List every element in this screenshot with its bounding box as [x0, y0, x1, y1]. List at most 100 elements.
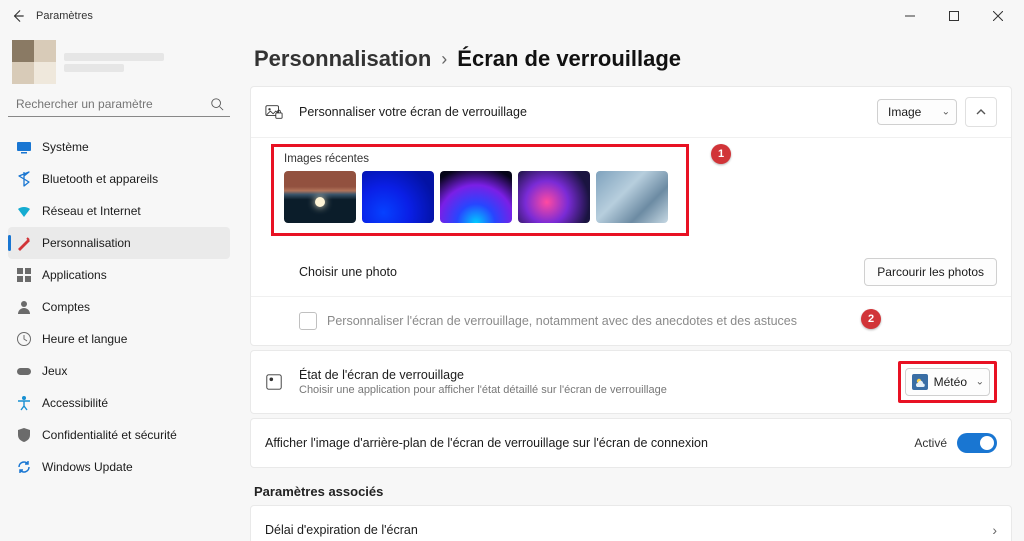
status-icon [265, 373, 285, 391]
sidebar-item-label: Système [42, 140, 89, 154]
sidebar-item-privacy[interactable]: Confidentialité et sécurité [8, 419, 230, 451]
sidebar-item-label: Accessibilité [42, 396, 108, 410]
network-icon [16, 203, 32, 219]
sidebar-item-label: Jeux [42, 364, 67, 378]
profile-name-redacted [64, 53, 164, 61]
sidebar-item-label: Applications [42, 268, 107, 282]
personalize-lock-card: Personnaliser votre écran de verrouillag… [250, 86, 1012, 346]
sidebar-item-label: Personnalisation [42, 236, 131, 250]
weather-app-icon [912, 374, 928, 390]
sidebar-item-label: Réseau et Internet [42, 204, 141, 218]
lock-status-row[interactable]: État de l'écran de verrouillage Choisir … [251, 351, 1011, 413]
chevron-right-icon: › [992, 522, 997, 538]
related-heading: Paramètres associés [254, 484, 1012, 499]
avatar [12, 40, 56, 84]
minimize-button[interactable] [888, 2, 932, 30]
breadcrumb: Personnalisation › Écran de verrouillage [250, 38, 1012, 86]
recent-images-title: Images récentes [284, 153, 676, 165]
tips-checkbox-label: Personnaliser l'écran de verrouillage, n… [327, 314, 797, 328]
sidebar-item-accessibility[interactable]: Accessibilité [8, 387, 230, 419]
time-language-icon [16, 331, 32, 347]
sidebar-item-network[interactable]: Réseau et Internet [8, 195, 230, 227]
annotation-badge-2: 2 [861, 309, 881, 329]
lock-status-select-highlight: Météo ⌄ [898, 361, 997, 403]
sidebar-item-label: Bluetooth et appareils [42, 172, 158, 186]
sidebar: Système Bluetooth et appareils Réseau et… [0, 32, 238, 541]
sidebar-item-gaming[interactable]: Jeux [8, 355, 230, 387]
system-icon [16, 139, 32, 155]
sidebar-item-personalization[interactable]: Personnalisation [8, 227, 230, 259]
bluetooth-icon [16, 171, 32, 187]
recent-images-highlight: Images récentes [271, 144, 689, 236]
maximize-button[interactable] [932, 2, 976, 30]
sidebar-item-system[interactable]: Système [8, 131, 230, 163]
screen-timeout-title: Délai d'expiration de l'écran [265, 523, 418, 537]
sidebar-item-accounts[interactable]: Comptes [8, 291, 230, 323]
recent-images-list [284, 171, 676, 223]
sidebar-item-windows-update[interactable]: Windows Update [8, 451, 230, 483]
sidebar-item-label: Comptes [42, 300, 90, 314]
profile-block[interactable] [8, 38, 230, 86]
privacy-icon [16, 427, 32, 443]
screen-timeout-card: Délai d'expiration de l'écran › [250, 505, 1012, 541]
back-button[interactable] [4, 2, 32, 30]
app-root: Paramètres [0, 0, 1024, 541]
sidebar-item-label: Windows Update [42, 460, 133, 474]
search-icon [210, 97, 224, 111]
recent-image-3[interactable] [440, 171, 512, 223]
apps-icon [16, 267, 32, 283]
personalize-row[interactable]: Personnaliser votre écran de verrouillag… [251, 87, 1011, 138]
chevron-down-icon: ⌄ [942, 107, 950, 118]
annotation-badge-1: 1 [711, 144, 731, 164]
sidebar-item-label: Heure et langue [42, 332, 127, 346]
signin-bg-card: Afficher l'image d'arrière-plan de l'écr… [250, 418, 1012, 468]
background-type-select[interactable]: Image ⌄ [877, 99, 957, 125]
tips-checkbox-row: Personnaliser l'écran de verrouillage, n… [251, 297, 1011, 345]
body: Système Bluetooth et appareils Réseau et… [0, 32, 1024, 541]
window-title: Paramètres [36, 10, 93, 22]
choose-photo-label: Choisir une photo [299, 265, 397, 279]
signin-bg-row[interactable]: Afficher l'image d'arrière-plan de l'écr… [251, 419, 1011, 467]
titlebar: Paramètres [0, 0, 1024, 32]
picture-lock-icon [265, 103, 285, 121]
browse-photos-button[interactable]: Parcourir les photos [864, 258, 997, 286]
sidebar-item-bluetooth[interactable]: Bluetooth et appareils [8, 163, 230, 195]
tips-checkbox [299, 312, 317, 330]
window-buttons [888, 2, 1020, 30]
content: Personnalisation › Écran de verrouillage… [238, 32, 1024, 541]
recent-image-1[interactable] [284, 171, 356, 223]
search-box[interactable] [8, 92, 230, 117]
sidebar-item-apps[interactable]: Applications [8, 259, 230, 291]
search-input[interactable] [14, 96, 210, 112]
sidebar-item-label: Confidentialité et sécurité [42, 428, 177, 442]
signin-bg-toggle[interactable] [957, 433, 997, 453]
chevron-right-icon: › [441, 49, 447, 70]
chevron-down-icon: ⌄ [976, 377, 984, 388]
close-button[interactable] [976, 2, 1020, 30]
lock-status-card: État de l'écran de verrouillage Choisir … [250, 350, 1012, 414]
select-value: Image [888, 105, 921, 119]
personalization-icon [16, 235, 32, 251]
accessibility-icon [16, 395, 32, 411]
recent-image-5[interactable] [596, 171, 668, 223]
breadcrumb-parent[interactable]: Personnalisation [254, 46, 431, 72]
windows-update-icon [16, 459, 32, 475]
profile-email-redacted [64, 64, 124, 72]
page-title: Écran de verrouillage [457, 46, 681, 72]
gaming-icon [16, 363, 32, 379]
accounts-icon [16, 299, 32, 315]
lock-status-title: État de l'écran de verrouillage [299, 368, 667, 382]
lock-status-subtitle: Choisir une application pour afficher l'… [299, 384, 667, 396]
lock-status-app-select[interactable]: Météo ⌄ [905, 368, 990, 396]
choose-photo-row: Choisir une photo Parcourir les photos [251, 248, 1011, 297]
signin-bg-title: Afficher l'image d'arrière-plan de l'écr… [265, 436, 708, 450]
collapse-button[interactable] [965, 97, 997, 127]
nav-list: Système Bluetooth et appareils Réseau et… [8, 131, 230, 483]
screen-timeout-row[interactable]: Délai d'expiration de l'écran › [251, 506, 1011, 541]
lock-status-app-value: Météo [934, 375, 967, 389]
recent-image-4[interactable] [518, 171, 590, 223]
sidebar-item-time-language[interactable]: Heure et langue [8, 323, 230, 355]
recent-image-2[interactable] [362, 171, 434, 223]
personalize-title: Personnaliser votre écran de verrouillag… [299, 105, 527, 119]
toggle-state-label: Activé [914, 436, 947, 450]
